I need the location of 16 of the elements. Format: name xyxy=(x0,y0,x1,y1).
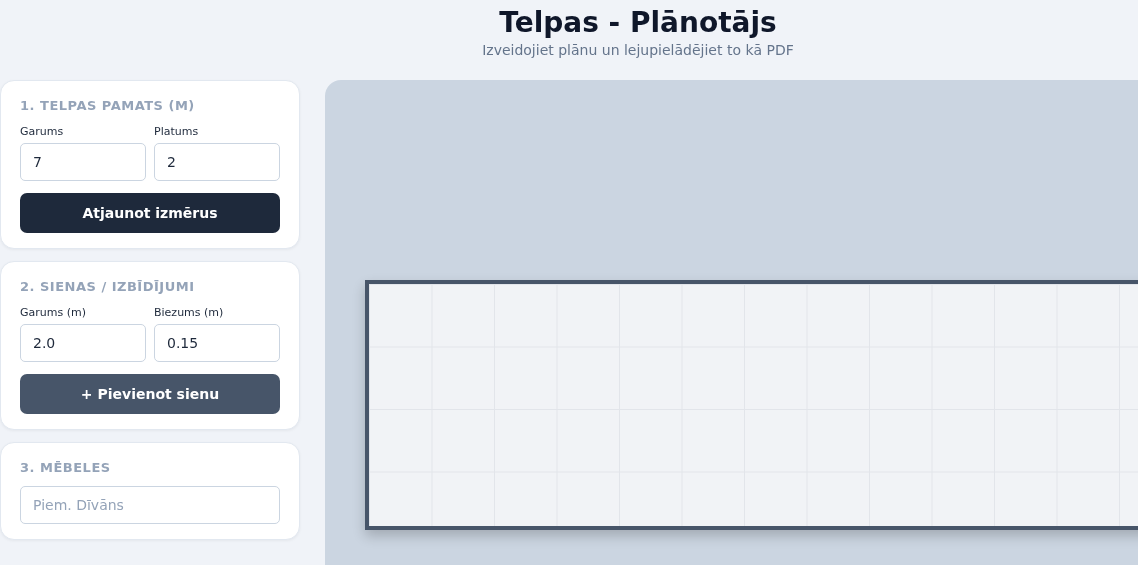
section-heading: 3. MĒBELES xyxy=(20,459,112,477)
section-heading: 1. TELPAS PAMATS (M) xyxy=(20,97,196,115)
app-subtitle: Izveidojiet plānu un lejupielādējiet to kā PDF xyxy=(481,40,795,60)
field-label: Biezums (m) xyxy=(154,304,225,321)
input-field[interactable]: 0.15 xyxy=(154,324,280,362)
app-title: Telpas - Plānotājs xyxy=(498,6,778,40)
field-label: Platums xyxy=(154,123,200,140)
section-heading: 2. SIENAS / IZBĪDĪJUMI xyxy=(20,278,196,296)
field-label: Garums (m) xyxy=(20,304,87,321)
input-field[interactable]: 2.0 xyxy=(20,324,146,362)
input-field[interactable]: 2 xyxy=(154,143,280,181)
input-field[interactable]: Piem. Dīvāns xyxy=(20,485,280,524)
field-label: Garums xyxy=(20,123,65,140)
update-button[interactable]: Atjaunot izmērus xyxy=(20,193,280,233)
input-field[interactable]: 7 xyxy=(20,143,146,181)
add-wall-button[interactable]: + Pievienot sienu xyxy=(20,374,280,414)
